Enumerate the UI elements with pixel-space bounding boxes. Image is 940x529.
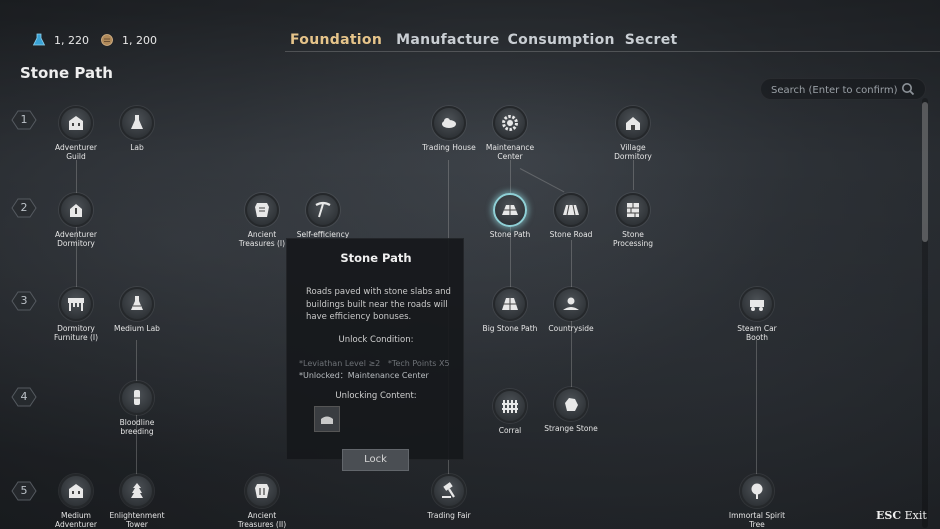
tab-consumption[interactable]: Consumption [508, 32, 615, 48]
tech-node-ancient-treasures-2[interactable]: Ancient Treasures (II) [232, 474, 292, 529]
tech-node-ancient-treasures-1[interactable]: Ancient Treasures (I) [232, 193, 292, 248]
steam-car-icon [750, 300, 764, 311]
pickaxe-icon [315, 201, 331, 218]
tech-node-adventurer-guild[interactable]: Adventurer Guild [46, 106, 106, 161]
page-title: Stone Path [20, 64, 113, 82]
tech-node-trading-fair[interactable]: Trading Fair [419, 474, 479, 529]
gear-icon [502, 115, 518, 131]
req-tech-points: *Tech Points X5 [387, 359, 450, 368]
tech-node-strange-stone[interactable]: Strange Stone [541, 387, 601, 442]
furniture-icon [68, 298, 84, 311]
unlock-content-item[interactable] [314, 406, 340, 432]
popup-description: Roads paved with stone slabs and buildin… [306, 287, 451, 322]
stone-path-icon [502, 298, 518, 310]
tech-node-trading-house[interactable]: Trading House [419, 106, 479, 161]
countryside-icon [563, 297, 579, 310]
popup-title: Stone Path [340, 251, 412, 265]
stone-icon [565, 398, 578, 411]
tech-node-corral[interactable]: Corral [480, 389, 540, 444]
tower-icon [131, 483, 143, 498]
tech-node-big-stone-path[interactable]: Big Stone Path [480, 287, 540, 342]
stone-block-icon [627, 203, 639, 217]
row-label-5: 5 [8, 479, 40, 503]
tab-secret[interactable]: Secret [625, 32, 678, 48]
row-label-1: 1 [8, 108, 40, 132]
fence-icon [502, 400, 518, 413]
stone-path-icon [502, 205, 518, 215]
resource-flask: 1, 220 [32, 33, 89, 47]
treasure-icon [255, 203, 269, 217]
guild-building-icon [69, 116, 83, 130]
stone-path-icon [321, 416, 333, 424]
tech-node-medium-lab[interactable]: Medium Lab [107, 287, 167, 342]
tech-node-stone-road[interactable]: Stone Road [541, 193, 601, 248]
tech-node-stone-path[interactable]: Stone Path [480, 193, 540, 248]
gavel-icon [442, 482, 455, 498]
tech-node-lab[interactable]: Lab [107, 106, 167, 161]
search-box[interactable] [760, 78, 926, 100]
tech-node-enlightenment-tower[interactable]: Enlightenment Tower [107, 474, 167, 529]
connector [519, 168, 565, 193]
tech-node-stone-processing[interactable]: Stone Processing [603, 193, 663, 248]
tech-node-countryside[interactable]: Countryside [541, 287, 601, 342]
ore-icon [101, 34, 113, 46]
tech-node-maintenance-center[interactable]: Maintenance Center [480, 106, 540, 161]
esc-key: ESC [876, 509, 902, 522]
tech-node-adventurer-dormitory[interactable]: Adventurer Dormitory [46, 193, 106, 248]
search-input[interactable] [771, 82, 901, 98]
lock-button[interactable]: Lock [342, 449, 409, 471]
unlock-requirements: *Leviathan Level ≥2 *Tech Points X5 *Unl… [299, 356, 459, 384]
flask-icon [32, 33, 46, 46]
guild-building-icon [69, 484, 83, 498]
tab-divider [285, 51, 940, 52]
tech-node-dormitory-furniture[interactable]: Dormitory Furniture (I) [46, 287, 106, 342]
tree-icon [751, 483, 763, 499]
tech-node-medium-adventurer[interactable]: Medium Adventurer [46, 474, 106, 529]
req-leviathan-level: *Leviathan Level ≥2 [299, 359, 381, 368]
search-icon[interactable] [901, 82, 915, 96]
trade-icon [442, 118, 456, 128]
unlock-condition-label: Unlock Condition: [338, 335, 414, 345]
connector [633, 160, 634, 190]
ore-count: 1, 200 [122, 33, 157, 47]
flask-icon [131, 296, 143, 310]
row-label-3: 3 [8, 289, 40, 313]
exit-hint[interactable]: ESC Exit [876, 509, 927, 522]
flask-count: 1, 220 [54, 33, 89, 47]
tech-detail-popup: Stone Path Roads paved with stone slabs … [286, 238, 464, 460]
treasure-icon [255, 484, 269, 498]
house-icon [626, 117, 640, 130]
row-label-4: 4 [8, 385, 40, 409]
resource-ore: 1, 200 [100, 33, 157, 47]
exit-label: Exit [904, 509, 927, 522]
category-tabs: Foundation Manufacture Consumption Secre… [290, 32, 678, 48]
top-bar: 1, 220 1, 200 Foundation Manufacture Con… [0, 0, 940, 60]
flask-icon [131, 115, 143, 129]
tech-node-steam-car-booth[interactable]: Steam Car Booth [727, 287, 787, 342]
vial-icon [134, 390, 140, 405]
scrollbar[interactable] [922, 98, 928, 528]
connector [756, 340, 757, 480]
tech-node-village-dormitory[interactable]: Village Dormitory [603, 106, 663, 161]
row-label-2: 2 [8, 196, 40, 220]
tab-manufacture[interactable]: Manufacture [396, 32, 500, 48]
unlocking-content-label: Unlocking Content: [335, 391, 417, 401]
tech-node-immortal-spirit-tree[interactable]: Immortal Spirit Tree [727, 474, 787, 529]
tab-foundation[interactable]: Foundation [290, 32, 382, 48]
tech-node-bloodline-breeding[interactable]: Bloodline breeding [107, 381, 167, 436]
dormitory-icon [70, 204, 82, 217]
scrollbar-thumb[interactable] [922, 102, 928, 242]
stone-road-icon [563, 204, 579, 216]
